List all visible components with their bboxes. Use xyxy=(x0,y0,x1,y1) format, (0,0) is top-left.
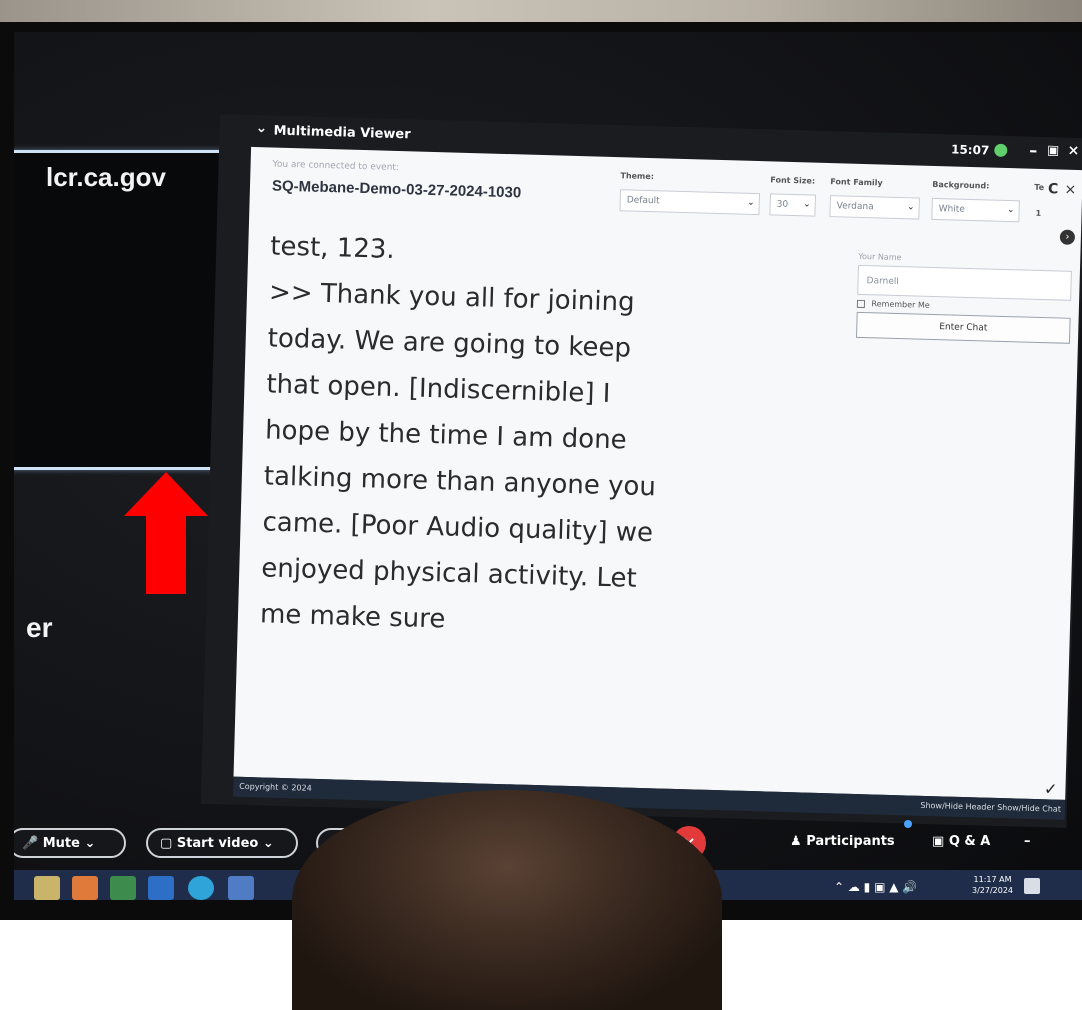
file-explorer-icon[interactable] xyxy=(34,876,60,900)
participants-label: Participants xyxy=(806,834,895,849)
video-off-icon: ▢ xyxy=(160,836,173,851)
next-arrow-icon[interactable]: › xyxy=(1059,229,1076,245)
qa-button[interactable]: ▣ Q & A xyxy=(932,834,990,849)
red-arrow-annotation xyxy=(124,472,208,594)
event-name: SQ-Mebane-Demo-03-27-2024-1030 xyxy=(271,177,522,202)
start-video-button[interactable]: ▢ Start video ⌄ xyxy=(146,828,298,858)
participant-tile-name: lcr.ca.gov xyxy=(46,162,166,192)
chevron-down-icon: ⌄ xyxy=(1006,205,1015,216)
taskbar-clock[interactable]: 11:17 AM 3/27/2024 xyxy=(972,874,1013,896)
participant-tile-name-2: er xyxy=(26,612,53,643)
multimedia-viewer-window: ⌄ Multimedia Viewer 15:07 – ▣ × You are … xyxy=(200,114,1082,828)
zoom-icon[interactable] xyxy=(228,876,254,900)
viewer-panel: You are connected to event: SQ-Mebane-De… xyxy=(233,146,1082,800)
excel-icon[interactable] xyxy=(110,876,136,900)
show-hide-links[interactable]: Show/Hide Header Show/Hide Chat xyxy=(920,801,1061,814)
system-tray[interactable]: ⌃ ☁ ▮ ▣ ▲ 🔊 xyxy=(834,880,917,894)
your-name-input[interactable]: Darnell xyxy=(857,264,1072,301)
start-video-label: Start video xyxy=(176,836,259,851)
taskbar-time: 11:17 AM xyxy=(973,875,1012,884)
font-size-select[interactable]: 30 ⌄ xyxy=(769,193,816,217)
participants-button[interactable]: ♟ Participants xyxy=(790,834,895,849)
remember-me-label: Remember Me xyxy=(871,299,930,310)
your-name-label: Your Name xyxy=(858,251,902,263)
viewer-title: Multimedia Viewer xyxy=(273,123,411,143)
taskbar-date: 3/27/2024 xyxy=(972,886,1014,895)
theme-label: Theme: xyxy=(620,171,655,182)
mute-button[interactable]: 🎤 Mute ⌄ xyxy=(14,828,126,858)
chat-login-panel: Your Name Darnell Remember Me Enter Chat xyxy=(855,251,1078,344)
app-icon[interactable] xyxy=(72,876,98,900)
microphone-icon: 🎤 xyxy=(22,836,39,851)
connected-label: You are connected to event: xyxy=(272,159,400,174)
theme-value: Default xyxy=(626,195,660,207)
edge-icon[interactable] xyxy=(188,876,214,900)
audience-head xyxy=(292,790,722,1010)
background-wall xyxy=(0,0,1082,22)
remember-me-checkbox[interactable] xyxy=(856,299,866,308)
background-value: White xyxy=(938,204,965,215)
chevron-up-icon[interactable]: ⌄ xyxy=(263,836,274,851)
participants-badge xyxy=(904,820,912,828)
background-select[interactable]: White ⌄ xyxy=(931,197,1020,223)
maximize-icon[interactable]: ▣ xyxy=(1047,143,1060,158)
extra-value: 1 xyxy=(1035,208,1042,218)
notification-icon[interactable] xyxy=(1024,878,1040,894)
minimize-icon[interactable]: – xyxy=(1029,141,1038,160)
close-icon[interactable]: × xyxy=(1067,143,1079,159)
mute-label: Mute xyxy=(42,836,80,851)
arrow-shape xyxy=(124,472,208,594)
theme-select[interactable]: Default ⌄ xyxy=(619,189,761,216)
participant-tile[interactable] xyxy=(14,150,240,470)
monitor-screen: lcr.ca.gov er ⌄ Multimedia Viewer 15:07 … xyxy=(14,32,1082,900)
chevron-down-icon: ⌄ xyxy=(906,202,915,213)
extra-label: Te xyxy=(1034,182,1045,193)
participants-icon: ♟ xyxy=(790,834,802,849)
chevron-down-icon[interactable]: ⌄ xyxy=(255,120,267,136)
chevron-down-icon: ⌄ xyxy=(803,199,811,210)
outlook-icon[interactable] xyxy=(148,876,174,900)
background-label: Background: xyxy=(932,179,990,191)
refresh-icon[interactable]: C xyxy=(1048,181,1059,197)
enter-chat-button[interactable]: Enter Chat xyxy=(855,311,1071,344)
chevron-up-icon[interactable]: ⌄ xyxy=(84,836,95,851)
checkmark-icon: ✓ xyxy=(1043,779,1058,799)
qa-label: Q & A xyxy=(948,834,991,849)
font-family-select[interactable]: Verdana ⌄ xyxy=(829,195,920,220)
copyright-text: Copyright © 2024 xyxy=(239,781,312,793)
font-size-label: Font Size: xyxy=(770,175,816,186)
meeting-clock: 15:07 xyxy=(950,142,990,158)
status-dot-icon xyxy=(994,143,1008,157)
remember-me-row[interactable]: Remember Me xyxy=(856,299,1077,314)
font-family-label: Font Family xyxy=(830,177,883,188)
panel-close-icon[interactable]: × xyxy=(1064,182,1076,198)
font-family-value: Verdana xyxy=(836,201,874,213)
qa-icon: ▣ xyxy=(932,834,945,849)
font-size-value: 30 xyxy=(776,199,789,210)
transcript-text: test, 123. >> Thank you all for joining … xyxy=(259,223,830,652)
chevron-down-icon: ⌄ xyxy=(747,197,755,208)
more-icon[interactable]: – xyxy=(1024,834,1031,849)
